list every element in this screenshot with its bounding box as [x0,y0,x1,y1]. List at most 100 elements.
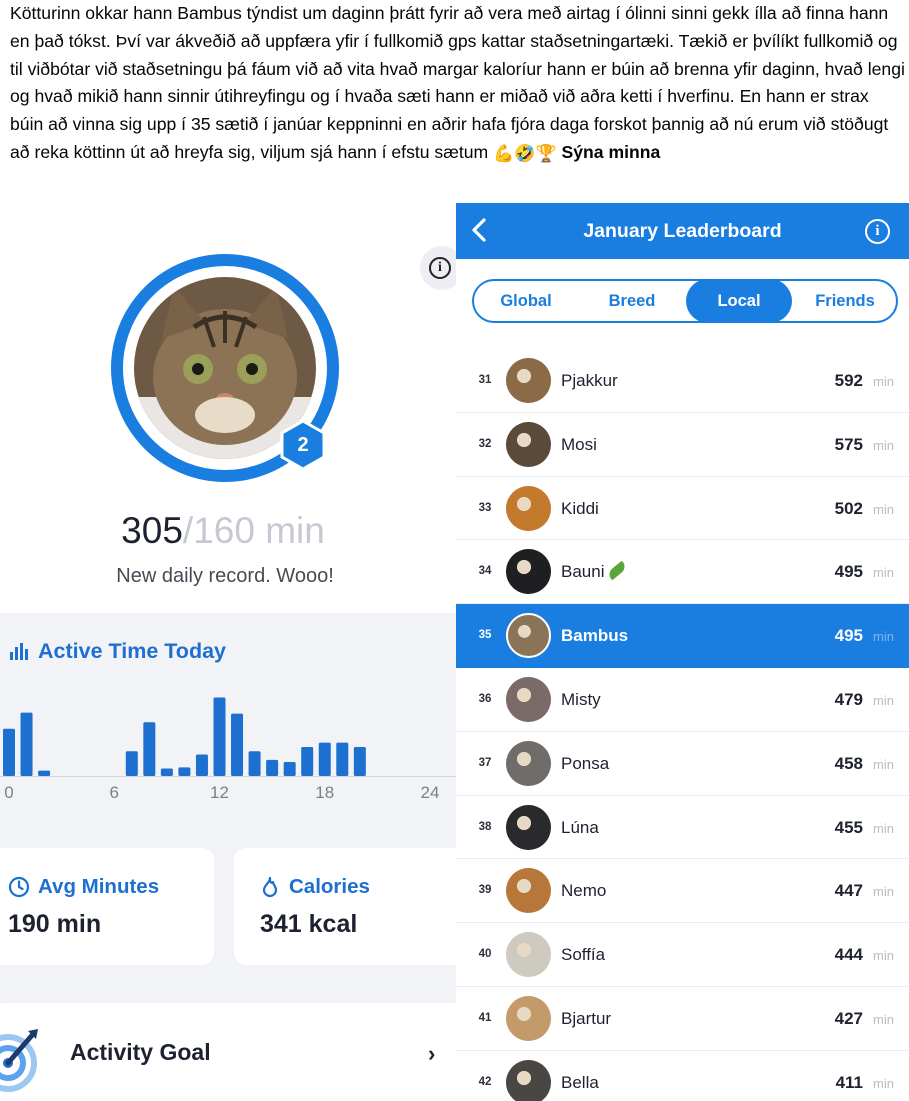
leaderboard-row[interactable]: 42 Bella 411 min [456,1051,909,1101]
x-tick-label: 18 [315,783,335,802]
row-minutes: 495 [834,562,863,582]
tab-breed[interactable]: Breed [580,279,684,323]
leaderboard-row[interactable]: 33 Kiddi 502 min [456,477,909,541]
x-tick-label: 0 [4,783,14,802]
row-unit: min [873,1011,894,1027]
row-pet-name: Soffía [561,923,605,986]
pet-name-text: Bjartur [561,1008,612,1028]
leaderboard-row[interactable]: 38 Lúna 455 min [456,796,909,860]
row-rank: 37 [478,756,492,769]
row-rank: 36 [478,692,492,705]
leaderboard-row[interactable]: 34 Bauni 495 min [456,540,909,605]
pet-avatar [506,740,551,786]
pet-avatar [506,549,551,595]
row-rank: 33 [478,501,492,514]
x-tick-label: 12 [210,783,229,802]
tab-local[interactable]: Local [686,279,792,323]
leaderboard-row[interactable]: 35 Bambus 495 min [456,604,909,668]
active-time-title: Active Time Today [10,639,226,664]
pet-avatar [506,358,551,403]
row-unit: min [873,1075,894,1091]
target-icon [0,1029,38,1092]
leaderboard-title: January Leaderboard [583,220,782,242]
leaderboard-header: January Leaderboard i [456,203,909,259]
leaderboard-screen: January Leaderboard i Global Breed Local… [456,203,909,1101]
row-unit: min [873,756,894,772]
activity-bar [353,746,366,776]
x-tick-label: 24 [420,783,440,802]
row-unit: min [873,437,894,453]
activity-screen: i 2 305/160 min New daily record. Wooo! … [0,203,456,1101]
tab-friends[interactable]: Friends [792,279,898,323]
leaderboard-tabs: Global Breed Local Friends [472,279,898,323]
pet-name-text: Bella [561,1072,599,1092]
row-pet-name: Nemo [561,859,606,922]
activity-bar [231,713,244,776]
row-pet-name: Kiddi [561,477,599,540]
leaderboard-row[interactable]: 41 Bjartur 427 min [456,987,909,1051]
see-less-link[interactable]: Sýna minna [562,142,661,162]
active-time-label: Active Time Today [38,639,226,663]
activity-bar [3,728,15,776]
rank-badge: 2 [277,419,329,471]
chevron-right-icon: › [428,1041,436,1066]
row-unit: min [873,374,894,389]
leaderboard-row[interactable]: 32 Mosi 575 min [456,413,909,477]
row-rank: 40 [478,948,492,961]
row-minutes: 592 [834,371,863,390]
post-body: Kötturinn okkar hann Bambus týndist um d… [10,3,905,162]
profile-card: i 2 305/160 min New daily record. Wooo! [0,203,456,613]
activity-bar [178,767,191,776]
trophy-emoji: 🏆 [535,143,557,163]
leaderboard-row[interactable]: 37 Ponsa 458 min [456,732,909,796]
leaderboard-row[interactable]: 39 Nemo 447 min [456,859,909,924]
row-rank: 31 [478,374,492,386]
activity-goal-label: Activity Goal [70,1039,211,1065]
row-minutes: 427 [834,1008,863,1028]
pet-name-text: Nemo [561,881,607,901]
leaderboard-row[interactable]: 31 Pjakkur 592 min [456,349,909,413]
minutes-today: 305 [121,510,183,551]
avg-minutes-card: Avg Minutes 190 min [0,848,214,965]
clock-icon [8,876,30,898]
pet-avatar [506,676,551,722]
row-unit: min [873,884,894,900]
info-icon[interactable]: i [865,219,890,244]
row-pet-name: Bauni [561,540,629,603]
info-button[interactable]: i [420,246,456,290]
pet-name-text: Ponsa [561,753,610,773]
pet-avatar-ring: 2 [110,253,340,483]
activity-bar [143,722,156,776]
row-unit: min [873,629,894,645]
pet-name-text: Pjakkur [561,371,618,390]
row-minutes: 455 [834,817,863,837]
pet-name-text: Lúna [561,817,599,837]
row-pet-name: Misty [561,668,601,731]
row-rank: 39 [478,884,492,897]
pet-name-text: Bauni [561,562,605,582]
post-text: Kötturinn okkar hann Bambus týndist um d… [10,0,906,167]
row-unit: min [873,692,894,708]
cucumber-icon [606,561,629,581]
activity-bar [195,754,208,776]
tab-global[interactable]: Global [474,279,578,323]
row-minutes: 495 [834,626,863,646]
activity-bar [248,751,261,776]
row-minutes: 575 [834,434,863,454]
activity-bar [213,697,226,776]
row-unit: min [873,820,894,836]
activity-goal-card[interactable]: Activity Goal › [0,1003,456,1101]
calories-value: 341 kcal [260,910,358,938]
leaderboard-row[interactable]: 36 Misty 479 min [456,668,909,732]
info-icon: i [429,257,451,279]
pet-name-text: Bambus [561,626,629,646]
activity-bar [160,768,173,776]
row-rank: 34 [478,565,492,578]
row-minutes: 479 [834,689,863,709]
avg-minutes-title: Avg Minutes [8,875,159,899]
flexed-biceps-emoji: 💪 [493,143,515,163]
row-unit: min [873,565,894,581]
row-rank: 41 [478,1011,492,1024]
leaderboard-row[interactable]: 40 Soffía 444 min [456,923,909,987]
activity-bar [266,759,279,776]
